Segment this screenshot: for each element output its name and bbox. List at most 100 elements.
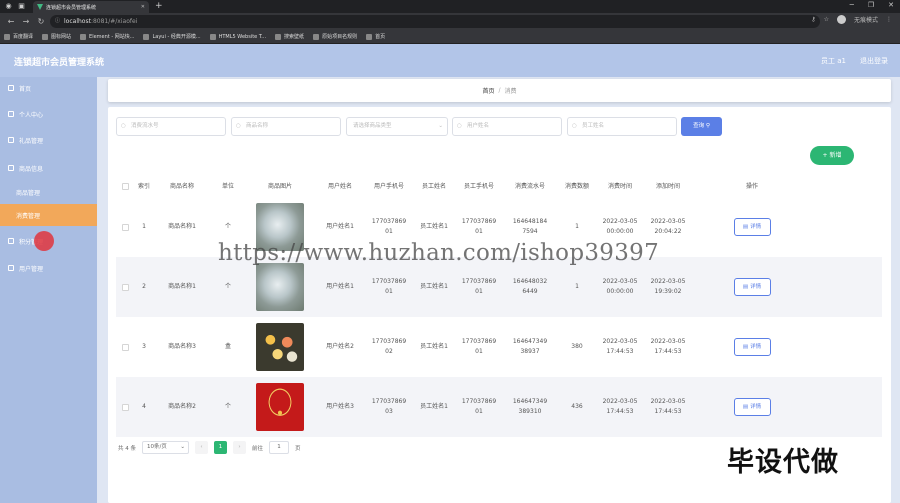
current-user: 员工 a1 <box>821 57 846 65</box>
staff-name-text: 员工姓名1 <box>420 343 448 350</box>
bookmark-item[interactable]: 首页 <box>366 33 385 40</box>
users-icon <box>8 265 14 271</box>
added-time-text: 2022-03-05 17:44:53 <box>650 338 686 355</box>
actions: ▤ 详情 <box>692 197 812 257</box>
document-icon: ▤ <box>742 404 749 410</box>
staff-name-input[interactable]: ○ 员工姓名 <box>567 117 677 136</box>
staff-name: 员工姓名1 <box>412 257 456 317</box>
consume-time: 2022-03-05 17:44:53 <box>596 317 644 377</box>
user-name: 用户姓名3 <box>314 377 366 437</box>
row-index: 3 <box>134 317 154 377</box>
url-path: :8081/#/xiaofei <box>90 18 138 25</box>
goods-thumbnail <box>256 383 304 431</box>
bookmark-item[interactable]: 原始项目名规则 <box>313 33 357 40</box>
pagination: 共 4 条 10条/页 ⌄ ‹ 1 › 前往 1 页 <box>118 441 301 454</box>
search-button[interactable]: 查询 ⚲ <box>681 117 722 136</box>
bookmarks-bar: 百度翻译 图标网站 Element - 网站快... Layui - 经典开源模...… <box>0 30 900 44</box>
goods-type-select[interactable]: 请选择商品类型 ⌄ <box>346 117 448 136</box>
goods-name: 商品名称1 <box>154 257 210 317</box>
row-index: 2 <box>134 257 154 317</box>
unit-text: 个 <box>224 223 231 230</box>
serial-search-input[interactable]: ○ 消费流水号 <box>116 117 226 136</box>
goods-name-text: 商品名称3 <box>168 343 196 350</box>
user-phone-text: 17703786901 <box>371 278 407 295</box>
page-size-select[interactable]: 10条/页 ⌄ <box>142 441 189 454</box>
add-button[interactable]: + 新增 <box>810 146 854 165</box>
added-time: 2022-03-05 19:39:02 <box>644 257 692 317</box>
detail-button[interactable]: ▤ 详情 <box>733 218 771 236</box>
page-unit-label: 页 <box>295 445 301 452</box>
breadcrumb-home[interactable]: 首页 <box>482 86 494 95</box>
sidebar-item-home[interactable]: 首页 <box>0 77 97 99</box>
row-checkbox[interactable] <box>116 197 134 257</box>
page-size-value: 10条/页 <box>147 444 167 450</box>
close-window-icon[interactable]: ✕ <box>888 1 894 9</box>
goods-name-input[interactable]: ○ 商品名称 <box>231 117 341 136</box>
logout-link[interactable]: 退出登录 <box>860 56 888 66</box>
goods-name-text: 商品名称1 <box>168 283 196 290</box>
page-number-current[interactable]: 1 <box>214 441 227 454</box>
bookmark-item[interactable]: HTML5 Website T... <box>209 33 266 40</box>
bookmark-icon <box>80 33 87 40</box>
minimize-icon[interactable]: ─ <box>850 1 854 9</box>
tab-search-icon[interactable]: ▣ <box>17 2 26 11</box>
consume-time-text: 2022-03-05 17:44:53 <box>602 338 638 355</box>
back-icon[interactable]: ← <box>7 17 15 26</box>
sidebar-item-label: 首页 <box>19 85 32 93</box>
sidebar-item-consumption[interactable]: 消费管理 <box>0 204 97 226</box>
forward-icon[interactable]: → <box>22 17 30 26</box>
select-all-checkbox[interactable] <box>116 177 134 197</box>
bookmark-item[interactable]: 搜索壁纸 <box>275 33 304 40</box>
detail-label: 详情 <box>750 404 762 410</box>
bookmark-item[interactable]: Layui - 经典开源模... <box>143 33 201 40</box>
serial-number: 1646480326449 <box>502 257 558 317</box>
column-header: 用户手机号 <box>373 183 404 190</box>
sidebar-item-gift[interactable]: 礼品管理 <box>0 129 97 151</box>
bookmark-item[interactable]: 百度翻译 <box>4 33 33 40</box>
close-tab-icon[interactable]: ✕ <box>141 4 145 10</box>
sidebar-item-goods-manage[interactable]: 商品管理 <box>0 181 97 203</box>
user-phone: 17703786902 <box>366 317 412 377</box>
user-name-input[interactable]: ○ 用户姓名 <box>452 117 562 136</box>
reload-icon[interactable]: ↻ <box>37 17 45 26</box>
row-checkbox[interactable] <box>116 257 134 317</box>
column-header: 员工手机号 <box>463 183 494 190</box>
key-icon[interactable]: ⚷ <box>811 16 815 23</box>
goods-name: 商品名称3 <box>154 317 210 377</box>
sidebar-item-goods-info[interactable]: 商品信息 <box>0 157 97 179</box>
new-tab-icon[interactable]: + <box>155 1 163 11</box>
bookmark-item[interactable]: Element - 网站快... <box>80 33 134 40</box>
info-icon[interactable]: ⓘ <box>55 15 60 28</box>
window-menu-icon[interactable]: ◉ <box>4 2 13 11</box>
browser-tab[interactable]: 连锁超市会员管理系统 ✕ <box>33 1 149 13</box>
prev-page-button[interactable]: ‹ <box>195 441 208 454</box>
row-checkbox[interactable] <box>116 377 134 437</box>
search-icon: ○ <box>457 123 462 129</box>
goto-page-input[interactable]: 1 <box>269 441 290 454</box>
document-icon: ▤ <box>742 344 749 350</box>
sidebar-item-profile[interactable]: 个人中心 <box>0 103 97 125</box>
row-checkbox[interactable] <box>116 317 134 377</box>
browser-tab-strip: ◉ ▣ 连锁超市会员管理系统 ✕ + ─ ❐ ✕ <box>0 0 900 13</box>
user-name: 用户姓名1 <box>314 257 366 317</box>
unit: 个 <box>210 257 246 317</box>
pager-total: 共 4 条 <box>118 445 136 452</box>
incognito-avatar[interactable] <box>836 15 846 24</box>
detail-button[interactable]: ▤ 详情 <box>733 338 771 356</box>
staff-phone: 17703786901 <box>456 377 502 437</box>
detail-button[interactable]: ▤ 详情 <box>733 398 771 416</box>
column-header: 商品图片 <box>267 183 292 190</box>
bookmark-item[interactable]: 图标网站 <box>42 33 71 40</box>
detail-button[interactable]: ▤ 详情 <box>733 278 771 296</box>
star-icon[interactable]: ☆ <box>824 16 829 23</box>
maximize-icon[interactable]: ❐ <box>868 1 874 9</box>
search-icon: ○ <box>572 123 577 129</box>
url-watermark: https://www.huzhan.com/ishop39397 <box>218 240 660 266</box>
bookmark-label: 原始项目名规则 <box>322 34 358 40</box>
sidebar-item-users[interactable]: 用户管理 <box>0 257 97 279</box>
url-field[interactable]: ⓘ localhost:8081/#/xiaofei <box>50 15 820 28</box>
column-header: 单位 <box>221 183 234 190</box>
row-index-text: 4 <box>142 403 146 410</box>
more-icon[interactable]: ⋮ <box>886 16 892 23</box>
next-page-button[interactable]: › <box>233 441 246 454</box>
